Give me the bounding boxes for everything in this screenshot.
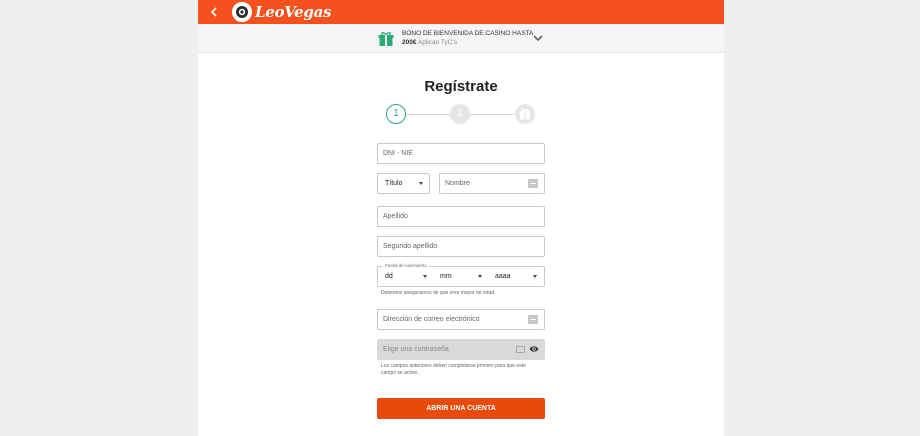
dni-input[interactable]: DNI - NIE	[377, 143, 545, 164]
chevron-down-icon[interactable]	[533, 33, 543, 43]
contact-card-icon	[528, 315, 538, 324]
caret-down-icon	[423, 275, 427, 278]
gift-icon	[378, 32, 394, 46]
password-input: Elige una contraseña	[377, 339, 545, 360]
second-surname-input[interactable]: Segundo apellido	[377, 236, 545, 257]
password-help-line-2: campo se active.	[381, 370, 419, 376]
caret-down-icon	[533, 275, 537, 278]
surname-placeholder: Apellido	[383, 213, 408, 220]
step-1-indicator: 1	[386, 104, 406, 124]
lion-logo-icon	[232, 2, 252, 22]
caret-down-icon	[419, 182, 423, 185]
dob-month-select[interactable]: mm	[433, 267, 488, 286]
eye-icon[interactable]	[529, 345, 539, 353]
dob-year-select[interactable]: aaaa	[488, 267, 544, 286]
dob-year-value: aaaa	[495, 273, 511, 280]
dob-month-value: mm	[440, 273, 452, 280]
bonus-subtitle: 200€ Aplican TyC's	[402, 39, 457, 46]
keyboard-icon	[516, 346, 525, 353]
step-connector	[406, 114, 450, 115]
bonus-title: BONO DE BIENVENIDA DE CASINO HASTA	[402, 30, 534, 37]
password-placeholder: Elige una contraseña	[383, 346, 449, 353]
title-select-value: Título	[385, 180, 403, 187]
chevron-left-icon[interactable]	[206, 3, 222, 21]
bonus-amount: 200€	[402, 39, 417, 46]
email-placeholder: Dirección de correo electrónico	[383, 316, 480, 323]
first-name-placeholder: Nombre	[445, 180, 470, 187]
step-2-indicator: 2	[450, 104, 470, 124]
contact-card-icon	[528, 179, 538, 188]
dni-placeholder: DNI - NIE	[383, 150, 413, 157]
caret-down-icon	[478, 275, 482, 278]
email-input[interactable]: Dirección de correo electrónico	[377, 309, 545, 330]
gift-icon	[519, 109, 531, 120]
step-connector	[470, 114, 515, 115]
brand-name: LeoVegas	[255, 3, 332, 21]
date-of-birth-field: Fecha de nacimiento dd mm aaaa	[377, 263, 545, 287]
brand-logo[interactable]: LeoVegas	[232, 2, 331, 22]
bonus-terms: Aplican TyC's	[417, 39, 457, 46]
open-account-button[interactable]: ABRIR UNA CUENTA	[377, 398, 545, 419]
dob-help-text: Debemos asegurarnos de que eres mayor de…	[381, 290, 496, 296]
password-help-line-1: Los campos anteriores deben completarse …	[381, 363, 526, 369]
second-surname-placeholder: Segundo apellido	[383, 243, 438, 250]
welcome-bonus-banner[interactable]: BONO DE BIENVENIDA DE CASINO HASTA 200€ …	[198, 24, 724, 53]
page-container: LeoVegas BONO DE BIENVENIDA DE CASINO HA…	[198, 0, 724, 436]
first-name-input[interactable]: Nombre	[439, 173, 545, 194]
page-title: Regístrate	[424, 78, 498, 95]
dob-day-value: dd	[385, 273, 393, 280]
step-3-indicator	[515, 104, 535, 124]
dob-day-select[interactable]: dd	[378, 267, 433, 286]
surname-input[interactable]: Apellido	[377, 206, 545, 227]
title-select[interactable]: Título	[377, 173, 430, 194]
top-bar: LeoVegas	[198, 0, 724, 24]
